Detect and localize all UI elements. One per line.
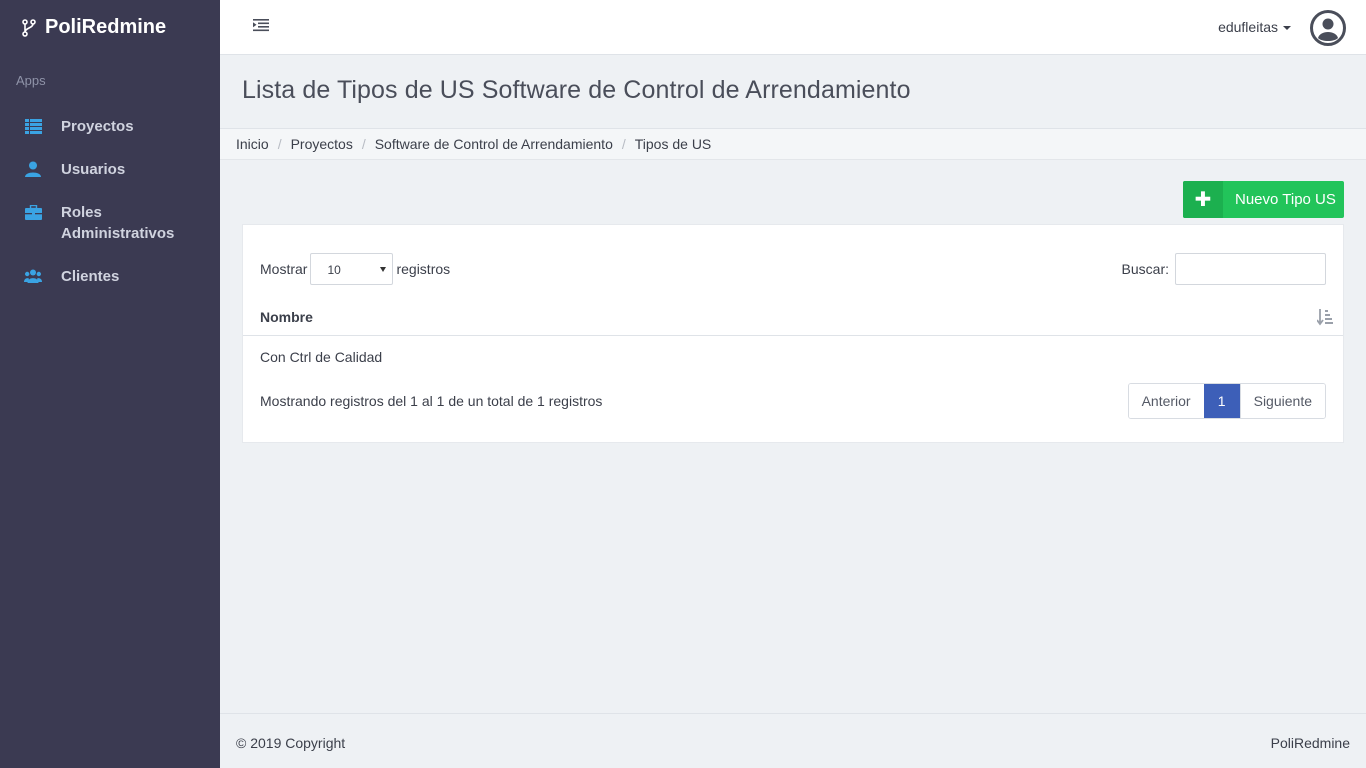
user-icon: [24, 160, 42, 178]
caret-down-icon: [1283, 26, 1291, 31]
sidebar-toggle-icon[interactable]: [253, 18, 269, 32]
sidebar-item-label: Clientes: [61, 268, 120, 285]
brand-name: PoliRedmine: [45, 16, 167, 38]
page-header: Lista de Tipos de US Software de Control…: [220, 56, 1366, 129]
sidebar-item-usuarios[interactable]: Usuarios: [0, 159, 220, 180]
sidebar-item-clientes[interactable]: Clientes: [0, 266, 220, 287]
sidebar: PoliRedmine Apps Proyectos Usuarios Role…: [0, 0, 220, 768]
search-control: Buscar:: [1122, 253, 1326, 285]
users-icon: [24, 267, 42, 285]
sidebar-item-roles[interactable]: Roles Administrativos: [0, 202, 220, 244]
briefcase-icon: [24, 203, 42, 221]
next-button[interactable]: Siguiente: [1239, 384, 1325, 418]
new-tipo-us-label: Nuevo Tipo US: [1235, 191, 1336, 208]
sidebar-item-label: Roles Administrativos: [61, 204, 175, 242]
footer: © 2019 Copyright PoliRedmine: [220, 713, 1366, 768]
length-label-after: registros: [396, 261, 451, 277]
breadcrumb-current: Tipos de US: [634, 136, 712, 152]
footer-brand: PoliRedmine: [1270, 735, 1350, 751]
breadcrumb-inicio[interactable]: Inicio: [236, 136, 269, 152]
list-icon: [24, 117, 42, 135]
length-control: Mostrar 10 registros: [260, 253, 450, 285]
page-button-1[interactable]: 1: [1203, 384, 1240, 418]
table-info: Mostrando registros del 1 al 1 de un tot…: [260, 393, 603, 409]
previous-button[interactable]: Anterior: [1128, 384, 1204, 418]
brand[interactable]: PoliRedmine: [0, 0, 220, 55]
footer-copyright: © 2019 Copyright: [236, 735, 346, 751]
sidebar-item-label: Usuarios: [61, 161, 126, 178]
breadcrumb-separator: /: [621, 136, 626, 152]
avatar[interactable]: [1310, 10, 1346, 46]
sort-icon[interactable]: [1316, 308, 1333, 326]
table-card: Mostrar 10 registros Buscar: Nombre Con …: [242, 224, 1344, 443]
search-input[interactable]: [1175, 253, 1326, 285]
username: edufleitas: [1218, 19, 1278, 35]
new-tipo-us-button[interactable]: ✚ Nuevo Tipo US: [1183, 181, 1344, 218]
length-label-before: Mostrar: [260, 261, 308, 277]
breadcrumb-separator: /: [277, 136, 282, 152]
topbar: edufleitas: [220, 0, 1366, 55]
table-row[interactable]: Con Ctrl de Calidad: [243, 336, 1343, 376]
plus-icon: ✚: [1183, 181, 1223, 218]
column-header-nombre[interactable]: Nombre: [260, 309, 313, 325]
table-cell: Con Ctrl de Calidad: [260, 349, 383, 365]
breadcrumb: Inicio / Proyectos / Software de Control…: [220, 129, 1366, 160]
breadcrumb-project[interactable]: Software de Control de Arrendamiento: [375, 136, 613, 152]
branch-icon: [22, 18, 36, 37]
select-arrow-icon: [380, 267, 387, 272]
breadcrumb-separator: /: [361, 136, 366, 152]
pagination: Anterior 1 Siguiente: [1127, 383, 1326, 419]
page-title: Lista de Tipos de US Software de Control…: [242, 76, 911, 104]
sidebar-item-proyectos[interactable]: Proyectos: [0, 116, 220, 137]
sidebar-section-title: Apps: [16, 73, 46, 88]
table-header: Nombre: [243, 295, 1343, 336]
length-value: 10: [327, 263, 341, 277]
user-menu[interactable]: edufleitas: [1218, 19, 1291, 35]
breadcrumb-proyectos[interactable]: Proyectos: [291, 136, 353, 152]
length-select[interactable]: 10: [310, 253, 394, 285]
sidebar-item-label: Proyectos: [61, 118, 134, 135]
search-label: Buscar:: [1121, 261, 1169, 277]
